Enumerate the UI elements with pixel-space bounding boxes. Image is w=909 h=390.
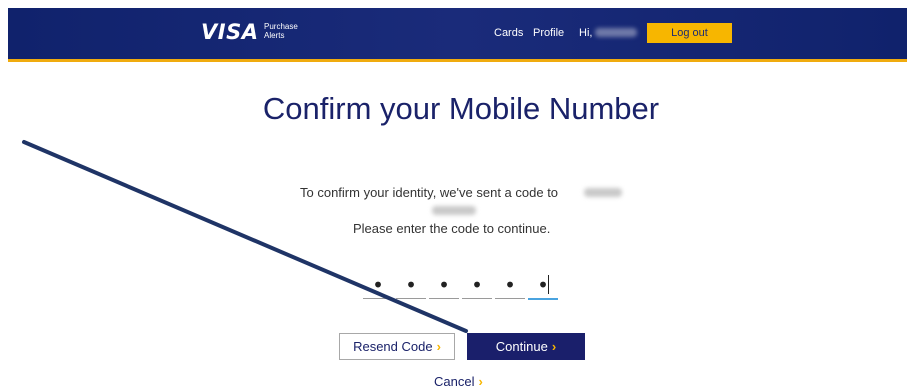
redacted-phone-number-part2 bbox=[432, 206, 476, 215]
code-digit-6[interactable] bbox=[528, 272, 558, 300]
header-bar bbox=[8, 8, 907, 59]
chevron-right-icon: › bbox=[478, 374, 483, 389]
code-digit-2[interactable] bbox=[396, 272, 426, 299]
chevron-right-icon: › bbox=[436, 339, 441, 354]
continue-label: Continue bbox=[495, 339, 548, 354]
resend-code-label: Resend Code bbox=[353, 339, 433, 354]
code-digit-1[interactable] bbox=[363, 272, 393, 299]
redacted-user-name bbox=[595, 28, 637, 37]
cancel-label: Cancel bbox=[434, 374, 475, 389]
text-caret bbox=[548, 275, 549, 294]
chevron-right-icon: › bbox=[551, 339, 557, 354]
instruction-message: Please enter the code to continue. bbox=[353, 221, 551, 236]
resend-code-button[interactable]: Resend Code › bbox=[339, 333, 455, 360]
confirmation-message: To confirm your identity, we've sent a c… bbox=[300, 185, 559, 200]
cancel-link[interactable]: Cancel › bbox=[434, 374, 483, 390]
nav-link-profile[interactable]: Profile bbox=[533, 26, 564, 40]
page-title: Confirm your Mobile Number bbox=[262, 91, 660, 126]
code-digit-5[interactable] bbox=[495, 272, 525, 299]
product-name-line1: Purchase bbox=[264, 22, 298, 31]
continue-button[interactable]: Continue › bbox=[467, 333, 585, 360]
user-greeting: Hi, bbox=[579, 27, 593, 39]
code-digit-4[interactable] bbox=[462, 272, 492, 299]
product-name: Purchase Alerts bbox=[264, 22, 324, 40]
redacted-phone-number-part1 bbox=[584, 188, 622, 197]
nav-link-cards[interactable]: Cards bbox=[494, 26, 523, 40]
header-accent-stripe bbox=[8, 59, 907, 62]
visa-logo: VISA bbox=[201, 20, 259, 44]
code-digit-3[interactable] bbox=[429, 272, 459, 299]
product-name-line2: Alerts bbox=[264, 31, 285, 40]
logout-button[interactable]: Log out bbox=[647, 23, 732, 43]
